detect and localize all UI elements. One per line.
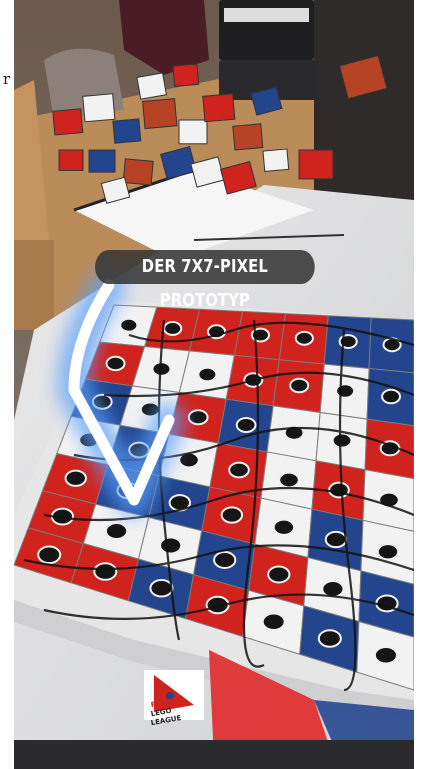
tile-hole <box>278 471 300 489</box>
tile-hole <box>376 543 400 561</box>
tile-hole <box>328 481 350 499</box>
tile-hole <box>213 551 237 569</box>
tile-hole <box>381 388 402 405</box>
tile-hole <box>235 416 257 434</box>
tile-hole <box>119 317 139 333</box>
tile-hole <box>220 506 244 524</box>
tile-hole <box>105 355 126 372</box>
carton-box <box>172 63 200 87</box>
tile-hole <box>187 409 209 426</box>
tile-hole <box>261 612 286 631</box>
carton-box <box>122 158 154 186</box>
carton-box <box>232 123 264 151</box>
tile-hole <box>289 377 310 394</box>
cut-off-text: r <box>3 70 11 88</box>
tile-hole <box>197 366 218 383</box>
carton-box <box>58 149 84 171</box>
tile-hole <box>93 562 118 581</box>
carton-box <box>178 119 208 145</box>
screenshot-frame: r FIRST LEGO LEAGUE DER 7X7-PIXEL PROTOT… <box>0 0 422 769</box>
tile-hole <box>317 629 342 648</box>
tile-hole <box>64 469 87 487</box>
tile-hole <box>335 383 356 399</box>
photo-scene: FIRST LEGO LEAGUE <box>14 0 414 769</box>
tile-hole <box>324 530 348 549</box>
carton-box <box>262 148 290 172</box>
carton-box <box>298 149 334 180</box>
tile-hole <box>294 330 314 346</box>
tile-hole <box>37 545 62 565</box>
storage-box-lid <box>224 8 309 22</box>
tile-hole <box>149 579 174 598</box>
carton-box <box>142 98 178 130</box>
carton-box <box>202 93 236 123</box>
photo-caption: DER 7X7-PIXEL PROTOTYP <box>95 250 315 311</box>
tile-hole <box>331 432 353 449</box>
photo: FIRST LEGO LEAGUE <box>14 0 414 769</box>
first-lego-league-logo: FIRST LEGO LEAGUE <box>144 670 204 727</box>
tile-hole <box>163 321 183 336</box>
carton-box <box>112 118 142 144</box>
tile-hole <box>104 522 129 540</box>
carton-box <box>82 93 116 123</box>
tile-hole <box>159 536 183 555</box>
tile-hole <box>228 461 250 479</box>
tile-hole <box>272 518 296 536</box>
tile-hole <box>267 565 291 584</box>
carton-box <box>136 72 167 100</box>
wooden-shelf-side <box>14 240 54 330</box>
tile-hole <box>373 645 398 665</box>
carton-box <box>52 108 84 136</box>
carton-box <box>88 149 116 173</box>
floor-shadow <box>14 740 414 769</box>
